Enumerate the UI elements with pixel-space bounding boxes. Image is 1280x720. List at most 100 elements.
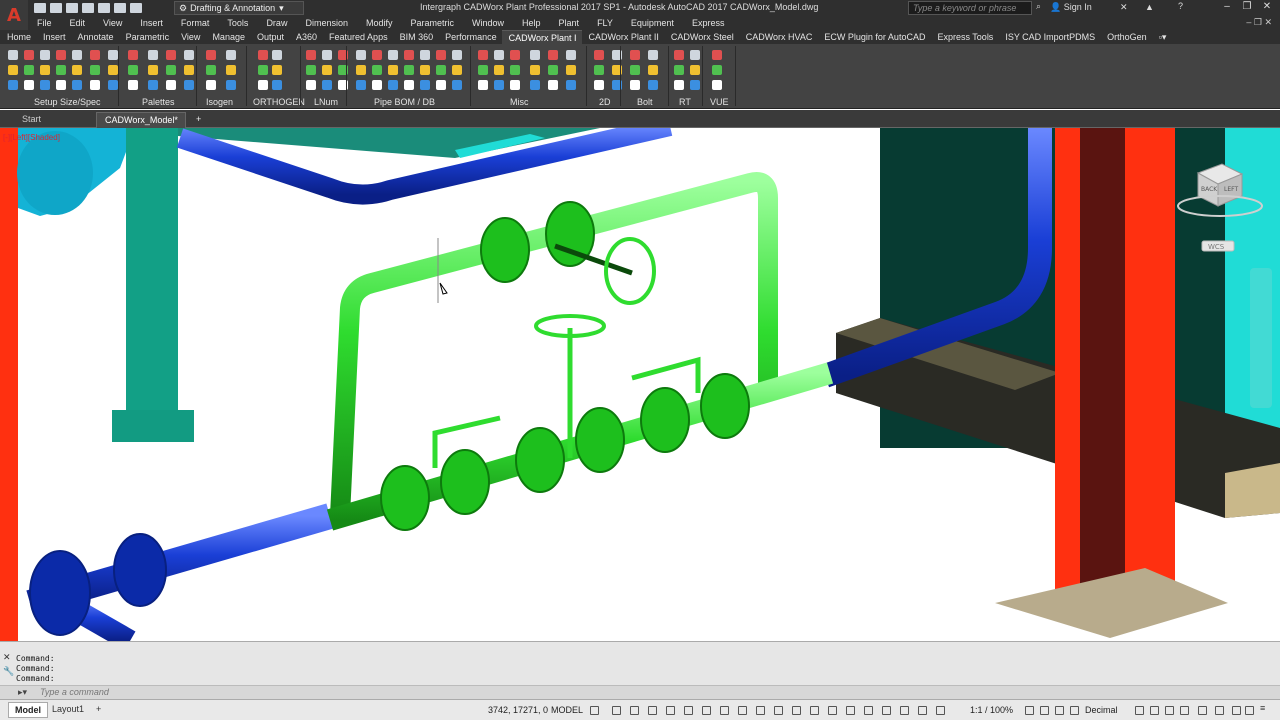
tab-featured-apps[interactable]: Featured Apps <box>322 30 393 44</box>
a360-icon[interactable]: ▲ <box>1145 2 1154 12</box>
ribbon-tool-icon[interactable] <box>166 50 176 60</box>
ribbon-tool-icon[interactable] <box>452 50 462 60</box>
ribbon-tool-icon[interactable] <box>128 80 138 90</box>
ribbon-tool-icon[interactable] <box>226 80 236 90</box>
ribbon-tool-icon[interactable] <box>690 80 700 90</box>
annotation-scale[interactable]: 1:1 / 100% <box>970 705 1013 715</box>
ribbon-tool-icon[interactable] <box>40 65 50 75</box>
menu-format[interactable]: Format <box>172 18 219 28</box>
status-toggle-icon[interactable] <box>900 706 909 715</box>
ribbon-tool-icon[interactable] <box>226 50 236 60</box>
ribbon-tool-icon[interactable] <box>712 80 722 90</box>
plot-icon[interactable] <box>98 3 110 13</box>
menu-draw[interactable]: Draw <box>257 18 296 28</box>
model-viewport[interactable]: BACK LEFT WCS [-][Left][Shaded] <box>0 128 1280 641</box>
ribbon-tool-icon[interactable] <box>548 65 558 75</box>
tab-ecw-plugin[interactable]: ECW Plugin for AutoCAD <box>817 30 930 44</box>
ribbon-tool-icon[interactable] <box>8 50 18 60</box>
ribbon-tool-icon[interactable] <box>548 80 558 90</box>
new-icon[interactable] <box>34 3 46 13</box>
save-as-icon[interactable] <box>82 3 94 13</box>
ribbon-tool-icon[interactable] <box>388 50 398 60</box>
status-toggle-icon[interactable] <box>720 706 729 715</box>
status-toggle-icon[interactable] <box>864 706 873 715</box>
ribbon-tool-icon[interactable] <box>272 80 282 90</box>
panel-2d[interactable]: 2D <box>599 97 611 107</box>
panel-palettes[interactable]: Palettes <box>142 97 175 107</box>
panel-rt[interactable]: RT <box>679 97 691 107</box>
ribbon-tool-icon[interactable] <box>566 80 576 90</box>
tab-drawing[interactable]: CADWorx_Model* ✕ <box>96 112 186 140</box>
command-line[interactable]: ▸▾ Type a command <box>0 685 1280 699</box>
ribbon-options-icon[interactable]: ▫▾ <box>1152 30 1172 44</box>
tab-cadworx-plant-2[interactable]: CADWorx Plant II <box>582 30 664 44</box>
panel-setup-size-spec[interactable]: Setup Size/Spec <box>34 97 101 107</box>
ribbon-tool-icon[interactable] <box>494 50 504 60</box>
tab-cadworx-steel[interactable]: CADWorx Steel <box>664 30 739 44</box>
ribbon-tool-icon[interactable] <box>226 65 236 75</box>
ribbon-tool-icon[interactable] <box>24 50 34 60</box>
ribbon-tool-icon[interactable] <box>184 65 194 75</box>
tab-view[interactable]: View <box>174 30 205 44</box>
ribbon-tool-icon[interactable] <box>128 50 138 60</box>
ribbon-tool-icon[interactable] <box>40 80 50 90</box>
ribbon-tool-icon[interactable] <box>258 80 268 90</box>
status-toggle-icon[interactable] <box>882 706 891 715</box>
ribbon-tool-icon[interactable] <box>674 50 684 60</box>
ribbon-tool-icon[interactable] <box>356 50 366 60</box>
ribbon-tool-icon[interactable] <box>108 50 118 60</box>
ribbon-tool-icon[interactable] <box>690 50 700 60</box>
ribbon-tool-icon[interactable] <box>108 80 118 90</box>
ribbon-tool-icon[interactable] <box>478 65 488 75</box>
ribbon-tool-icon[interactable] <box>452 80 462 90</box>
tab-annotate[interactable]: Annotate <box>71 30 119 44</box>
help-icon[interactable]: ? <box>1178 1 1183 11</box>
ribbon-tool-icon[interactable] <box>420 50 430 60</box>
ribbon-tool-icon[interactable] <box>322 65 332 75</box>
status-toggle-icon[interactable] <box>756 706 765 715</box>
menu-view[interactable]: View <box>94 18 131 28</box>
add-layout-button[interactable]: + <box>90 702 107 718</box>
ribbon-tool-icon[interactable] <box>372 65 382 75</box>
command-prompt-icon[interactable]: ▸▾ <box>18 687 27 698</box>
status-toggle-icon[interactable] <box>1135 706 1144 715</box>
ribbon-tool-icon[interactable] <box>72 65 82 75</box>
ribbon-tool-icon[interactable] <box>56 80 66 90</box>
ribbon-tool-icon[interactable] <box>322 80 332 90</box>
ribbon-tool-icon[interactable] <box>90 80 100 90</box>
search-icon[interactable]: ⌕ <box>1036 1 1041 12</box>
ribbon-tool-icon[interactable] <box>648 65 658 75</box>
ribbon-tool-icon[interactable] <box>388 65 398 75</box>
ribbon-tool-icon[interactable] <box>206 50 216 60</box>
ribbon-tool-icon[interactable] <box>166 80 176 90</box>
ribbon-tool-icon[interactable] <box>166 65 176 75</box>
status-toggle-icon[interactable] <box>936 706 945 715</box>
close-button[interactable]: ✕ <box>1260 1 1274 14</box>
close-icon[interactable]: ✕ <box>3 652 11 663</box>
tab-cadworx-plant-1[interactable]: CADWorx Plant I <box>501 30 582 44</box>
panel-orthogen[interactable]: ORTHOGEN <box>253 97 305 107</box>
ribbon-tool-icon[interactable] <box>566 65 576 75</box>
panel-lnum[interactable]: LNum <box>314 97 338 107</box>
panel-isogen[interactable]: Isogen <box>206 97 233 107</box>
ribbon-tool-icon[interactable] <box>548 50 558 60</box>
status-toggle-icon[interactable] <box>1198 706 1207 715</box>
ribbon-tool-icon[interactable] <box>8 65 18 75</box>
panel-vue[interactable]: VUE <box>710 97 729 107</box>
autocad-logo[interactable]: A <box>0 0 28 31</box>
status-toggle-icon[interactable] <box>1232 706 1241 715</box>
ribbon-tool-icon[interactable] <box>630 50 640 60</box>
ribbon-tool-icon[interactable] <box>494 80 504 90</box>
ribbon-tool-icon[interactable] <box>510 65 520 75</box>
status-toggle-icon[interactable] <box>630 706 639 715</box>
ribbon-tool-icon[interactable] <box>712 65 722 75</box>
status-toggle-icon[interactable] <box>810 706 819 715</box>
menu-express[interactable]: Express <box>683 18 734 28</box>
ribbon-tool-icon[interactable] <box>24 80 34 90</box>
ribbon-tool-icon[interactable] <box>630 65 640 75</box>
ribbon-tool-icon[interactable] <box>56 50 66 60</box>
tab-output[interactable]: Output <box>250 30 289 44</box>
status-toggle-icon[interactable] <box>684 706 693 715</box>
open-icon[interactable] <box>50 3 62 13</box>
ribbon-tool-icon[interactable] <box>24 65 34 75</box>
